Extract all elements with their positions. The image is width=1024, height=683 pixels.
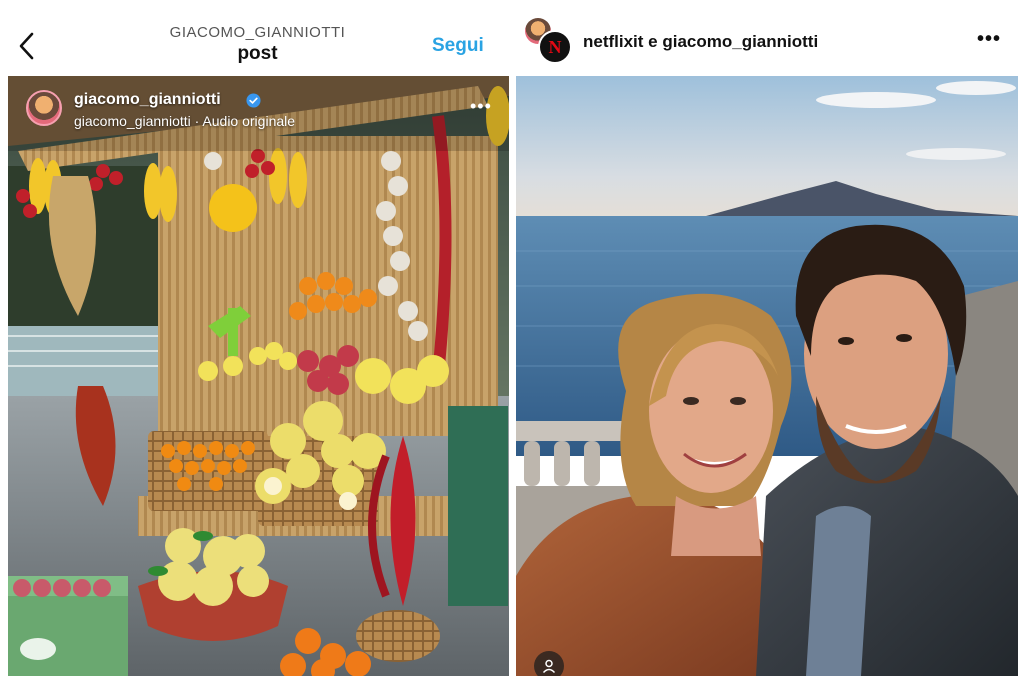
coauthors-label[interactable]: netflixit e giacomo_gianniotti (583, 32, 818, 52)
left-post-pane: GIACOMO_GIANNIOTTI post Segui giacomo_gi… (0, 0, 512, 683)
tag-people-button[interactable] (534, 651, 564, 676)
post-author-name[interactable]: giacomo_gianniotti (74, 91, 221, 109)
post-options-button[interactable]: ••• (470, 96, 492, 117)
header-username: GIACOMO_GIANNIOTTI (169, 24, 346, 41)
author-avatar[interactable] (26, 90, 62, 126)
post-audio-subtitle[interactable]: giacomo_gianniotti · Audio originale (74, 113, 295, 129)
more-options-button[interactable]: ••• (977, 28, 1001, 51)
follow-button[interactable]: Segui (432, 35, 484, 57)
verified-badge-icon (246, 93, 261, 108)
fruit-stall-image (8, 76, 509, 676)
chevron-left-icon (19, 32, 34, 60)
back-button[interactable] (14, 30, 42, 62)
selfie-bay-image (516, 76, 1018, 676)
post-image-fruit-stall[interactable]: giacomo_gianniotti giacomo_gianniotti · … (8, 76, 509, 676)
netflix-logo: N (538, 30, 572, 64)
person-tag-icon (542, 659, 556, 674)
page-title: post (237, 43, 278, 64)
post-image-selfie[interactable] (516, 76, 1018, 676)
coauthor-avatars[interactable]: N (525, 18, 573, 66)
